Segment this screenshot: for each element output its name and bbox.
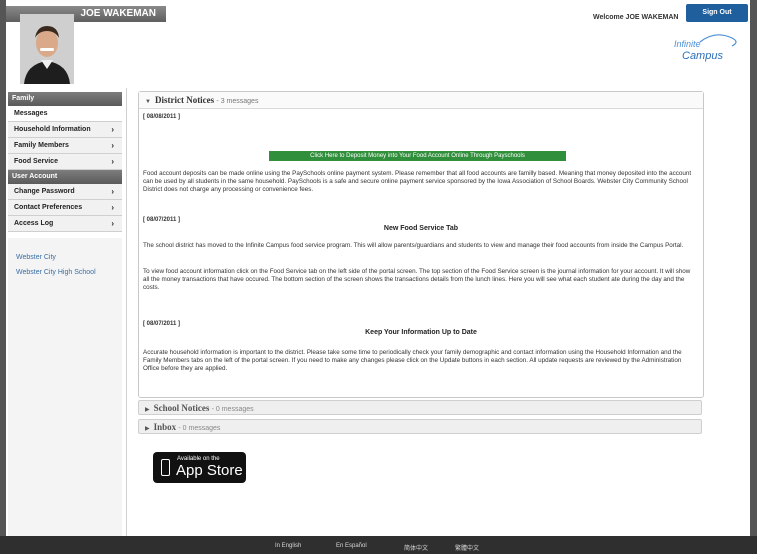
link-webster-city-high-school[interactable]: Webster City High School — [8, 269, 122, 276]
notice-title: New Food Service Tab — [383, 225, 459, 232]
footer-link-espanol[interactable]: En Español — [336, 543, 367, 549]
welcome-text: Welcome JOE WAKEMAN — [593, 14, 679, 21]
sidebar-item-contact-preferences[interactable]: Contact Preferences › — [8, 200, 122, 216]
logo-campus-text: Campus — [682, 50, 723, 62]
sidebar-item-household-information[interactable]: Household Information › — [8, 122, 122, 138]
sidebar-item-label: Contact Preferences — [14, 204, 83, 211]
notice-body: Accurate household information is import… — [143, 349, 682, 372]
notice-body: The school district has moved to the Inf… — [143, 242, 684, 249]
district-notices-count: - 3 messages — [216, 98, 259, 105]
notice-title: Keep Your Information Up to Date — [365, 329, 477, 336]
district-notices-header[interactable]: ▼ District Notices - 3 messages — [139, 92, 703, 109]
expanded-triangle-icon: ▼ — [145, 99, 151, 105]
school-notices-title: School Notices — [153, 403, 210, 413]
school-links: Webster City Webster City High School — [8, 238, 122, 536]
school-notices-count: - 0 messages — [211, 406, 254, 413]
notice-date: [ 08/07/2011 ] — [143, 217, 181, 223]
chevron-right-icon: › — [111, 219, 114, 228]
sidebar-divider — [126, 88, 127, 536]
notice-body: To view food account information click o… — [143, 268, 691, 291]
nav-head-user-account: User Account — [8, 170, 122, 184]
footer-link-english[interactable]: In English — [275, 543, 301, 549]
sidebar-item-family-members[interactable]: Family Members › — [8, 138, 122, 154]
sidebar-item-change-password[interactable]: Change Password › — [8, 184, 122, 200]
district-notices-panel: ▼ District Notices - 3 messages [ 08/08/2… — [138, 91, 704, 398]
sidebar-item-label: Access Log — [14, 220, 54, 227]
sidebar-item-food-service[interactable]: Food Service › — [8, 154, 122, 170]
sidebar-item-label: Household Information — [14, 126, 91, 133]
link-webster-city[interactable]: Webster City — [8, 254, 122, 261]
inbox-title: Inbox — [153, 422, 177, 432]
school-notices-header[interactable]: ▶ School Notices - 0 messages — [138, 400, 702, 415]
right-frame-border — [750, 0, 757, 536]
notice-date: [ 08/08/2011 ] — [143, 114, 181, 120]
sidebar-item-label: Change Password — [14, 188, 75, 195]
app-store-badge[interactable]: Available on the App Store — [153, 452, 246, 483]
collapsed-triangle-icon: ▶ — [145, 407, 150, 413]
sidebar-item-label: Messages — [14, 110, 48, 117]
inbox-header[interactable]: ▶ Inbox - 0 messages — [138, 419, 702, 434]
nav-head-family: Family — [8, 92, 122, 106]
chevron-right-icon: › — [111, 203, 114, 212]
iphone-icon — [161, 459, 170, 476]
infinite-campus-logo: Infinite Campus — [670, 32, 750, 62]
footer-link-traditional-chinese[interactable]: 繁體中文 — [455, 543, 479, 552]
chevron-right-icon: › — [111, 187, 114, 196]
district-notices-title: District Notices — [154, 95, 215, 105]
sidebar-item-label: Family Members — [14, 142, 69, 149]
inbox-count: - 0 messages — [178, 425, 221, 432]
footer-bar: In English En Español 简体中文 繁體中文 — [0, 536, 757, 554]
sign-out-button[interactable]: Sign Out — [686, 4, 748, 22]
chevron-right-icon: › — [111, 125, 114, 134]
sidebar-item-label: Food Service — [14, 158, 58, 165]
chevron-right-icon: › — [111, 141, 114, 150]
left-frame-border — [0, 0, 6, 536]
collapsed-triangle-icon: ▶ — [145, 426, 150, 432]
app-store-line2: App Store — [176, 462, 243, 479]
user-photo — [20, 14, 74, 84]
sidebar-item-messages[interactable]: Messages — [8, 106, 122, 122]
sidebar-item-access-log[interactable]: Access Log › — [8, 216, 122, 232]
notice-date: [ 08/07/2011 ] — [143, 321, 181, 327]
sidebar-nav: Family Messages Household Information › F… — [8, 92, 122, 232]
deposit-money-button[interactable]: Click Here to Deposit Money into Your Fo… — [269, 151, 566, 161]
footer-link-simplified-chinese[interactable]: 简体中文 — [404, 543, 428, 552]
notice-body: Food account deposits can be made online… — [143, 170, 692, 193]
logo-infinite-text: Infinite — [674, 39, 701, 49]
chevron-right-icon: › — [111, 157, 114, 166]
